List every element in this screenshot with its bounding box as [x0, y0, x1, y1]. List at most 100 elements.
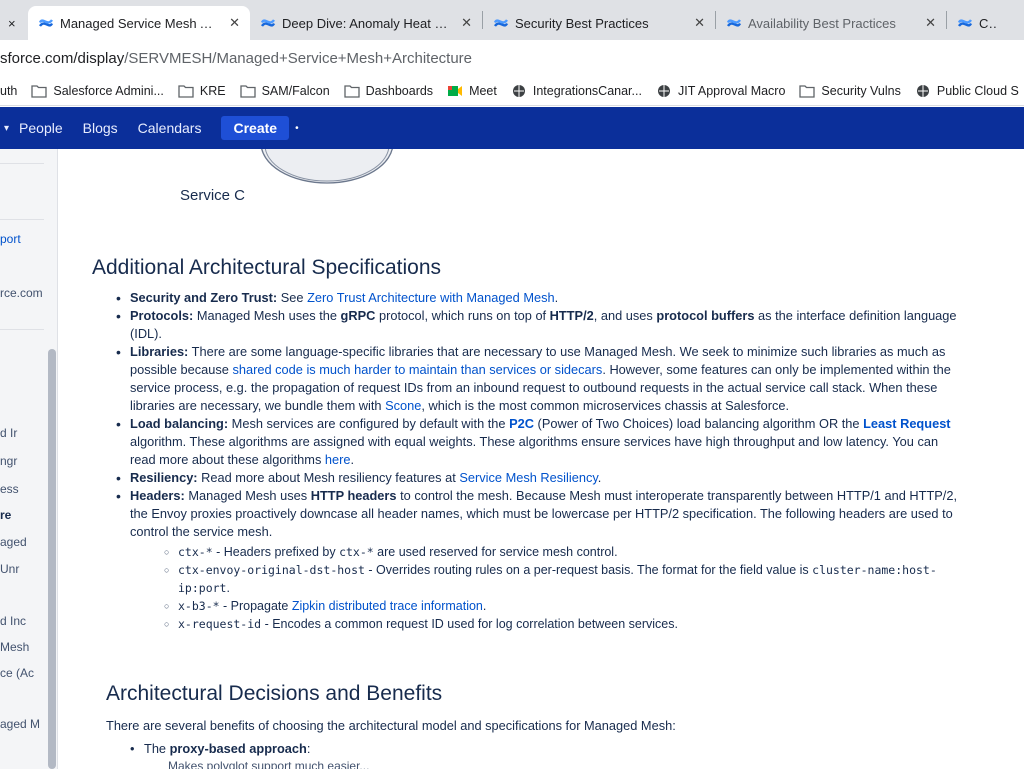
sidebar-item[interactable]: ce (Ac [0, 666, 34, 680]
nav-calendars[interactable]: Calendars [138, 120, 202, 136]
header-code: ctx-* [339, 545, 374, 559]
scone-link[interactable]: Scone [385, 398, 421, 413]
bookmark-salesforce-admin[interactable]: Salesforce Admini... [31, 84, 164, 98]
spec-load-balancing: Load balancing: Mesh services are config… [114, 415, 964, 469]
bookmark-integrations[interactable]: IntegrationsCanar... [511, 84, 642, 98]
bookmark-label: IntegrationsCanar... [532, 83, 642, 98]
bookmark-label: KRE [199, 83, 226, 98]
bookmark-sam-falcon[interactable]: SAM/Falcon [239, 83, 330, 98]
header-code: x-b3-* [178, 599, 220, 613]
bookmark-dashboards[interactable]: Dashboards [344, 84, 433, 98]
sidebar-item[interactable]: Mesh [0, 640, 29, 654]
confluence-icon [726, 19, 742, 27]
sidebar-item[interactable]: d Inc [0, 614, 26, 628]
bookmark-label: Meet [469, 83, 497, 98]
tab-managed-service-mesh[interactable]: Managed Service Mesh Archite ✕ [28, 6, 250, 40]
sidebar-item[interactable]: aged M [0, 717, 40, 731]
sidebar-scrollbar[interactable] [48, 349, 56, 769]
spec-label: Resiliency: [130, 470, 198, 485]
bookmark-label: uth [0, 83, 18, 98]
sidebar-item-port[interactable]: port [0, 232, 21, 246]
close-icon[interactable]: ✕ [229, 15, 240, 31]
header-text: - Overrides routing rules on a per-reque… [364, 563, 813, 577]
sidebar-item[interactable]: ess [0, 482, 19, 496]
sidebar-item-rce[interactable]: rce.com [0, 286, 43, 300]
bookmark-auth[interactable]: uth [0, 84, 17, 98]
decision-proxy: The proxy-based approach: [130, 740, 310, 758]
tab-title: Deep Dive: Anomaly Heat M... [282, 15, 454, 31]
decision-proxy-sub: Makes polyglot support much easier... [168, 759, 370, 769]
bookmark-security-vulns[interactable]: Security Vulns [799, 84, 901, 98]
meet-icon [448, 85, 463, 96]
address-bar[interactable]: sforce.com/display/SERVMESH/Managed+Serv… [0, 40, 1024, 76]
nav-blogs[interactable]: Blogs [83, 120, 118, 136]
sidebar-item-current[interactable]: re [0, 508, 11, 522]
spec-bold: HTTP headers [310, 488, 397, 503]
spec-text: Mesh services are configured by default … [228, 416, 510, 431]
folder-icon [344, 84, 360, 98]
spec-label: Security and Zero Trust: [130, 290, 278, 305]
bookmark-label: Dashboards [365, 83, 434, 98]
tab-availability-best-practices[interactable]: Availability Best Practices ✕ [716, 6, 946, 40]
bookmark-meet[interactable]: Meet [447, 84, 497, 98]
headers-sublist: ctx-* - Headers prefixed by ctx-* are us… [130, 543, 964, 633]
spec-libraries: Libraries: There are some language-speci… [114, 343, 964, 415]
section-heading-decisions: Architectural Decisions and Benefits [106, 682, 443, 705]
confluence-top-nav: ▾ People Blogs Calendars Create • [0, 107, 1024, 149]
header-item-ctx: ctx-* - Headers prefixed by ctx-* are us… [164, 543, 964, 561]
decision-text: The [144, 741, 170, 756]
sidebar-divider [0, 163, 44, 164]
url-text[interactable]: sforce.com/display/SERVMESH/Managed+Serv… [0, 50, 472, 67]
spec-resiliency: Resiliency: Read more about Mesh resilie… [114, 469, 964, 487]
spec-text: Managed Mesh uses the [193, 308, 341, 323]
spec-text: algorithm. These algorithms are assigned… [130, 434, 939, 467]
header-text: - Encodes a common request ID used for l… [261, 617, 678, 631]
spec-label: Load balancing: [130, 416, 229, 431]
folder-icon [31, 84, 48, 98]
here-link[interactable]: here [325, 452, 351, 467]
sidebar-item[interactable]: d Ir [0, 426, 17, 440]
bookmarks-bar: uth Salesforce Admini... KRE SAM/Falcon … [0, 76, 1024, 106]
sidebar-item[interactable]: aged [0, 535, 27, 549]
sidebar-item[interactable]: Unr [0, 562, 19, 576]
tab-security-best-practices[interactable]: Security Best Practices ✕ [483, 6, 715, 40]
nav-dot: • [295, 122, 299, 134]
close-icon[interactable]: ✕ [694, 15, 705, 31]
header-text: . [482, 599, 487, 613]
bookmark-label: SAM/Falcon [261, 83, 330, 98]
spec-text: See [277, 290, 308, 305]
close-icon[interactable]: × [8, 16, 16, 31]
zipkin-link[interactable]: Zipkin distributed trace information [292, 599, 483, 613]
header-text: - Headers prefixed by [212, 545, 340, 559]
sidebar-item[interactable]: ngr [0, 454, 17, 468]
header-text: are used reserved for service mesh contr… [373, 545, 618, 559]
nav-people[interactable]: People [19, 120, 63, 136]
create-button[interactable]: Create [221, 116, 290, 140]
bookmark-kre[interactable]: KRE [178, 84, 226, 98]
confluence-icon [38, 19, 54, 27]
bookmark-jit-approval[interactable]: JIT Approval Macro [656, 84, 785, 98]
bookmark-public-cloud[interactable]: Public Cloud S [915, 84, 1019, 98]
folder-icon [178, 84, 194, 98]
shared-code-link[interactable]: shared code is much harder to maintain t… [232, 362, 602, 377]
service-mesh-resiliency-link[interactable]: Service Mesh Resiliency [459, 470, 597, 485]
globe-icon [512, 84, 525, 97]
tab-chan[interactable]: Chan [947, 6, 1007, 40]
close-icon[interactable]: ✕ [925, 15, 936, 31]
confluence-icon [957, 19, 973, 27]
zero-trust-link[interactable]: Zero Trust Architecture with Managed Mes… [307, 290, 555, 305]
header-code: x-request-id [178, 617, 262, 631]
close-icon[interactable]: ✕ [461, 15, 472, 31]
tab-deep-dive[interactable]: Deep Dive: Anomaly Heat M... ✕ [250, 6, 482, 40]
tab-close-prev[interactable]: × [0, 6, 28, 40]
tab-title: Availability Best Practices [748, 15, 896, 31]
chevron-down-icon[interactable]: ▾ [4, 123, 9, 134]
section-heading-additional: Additional Architectural Specifications [92, 256, 442, 279]
header-item-request-id: x-request-id - Encodes a common request … [164, 615, 964, 633]
spec-text: . [350, 452, 355, 467]
header-text: - Propagate [219, 599, 292, 613]
p2c-link[interactable]: P2C [509, 416, 534, 431]
sidebar-divider [0, 219, 44, 220]
header-code: ctx-* [178, 545, 213, 559]
least-request-link[interactable]: Least Request [863, 416, 950, 431]
